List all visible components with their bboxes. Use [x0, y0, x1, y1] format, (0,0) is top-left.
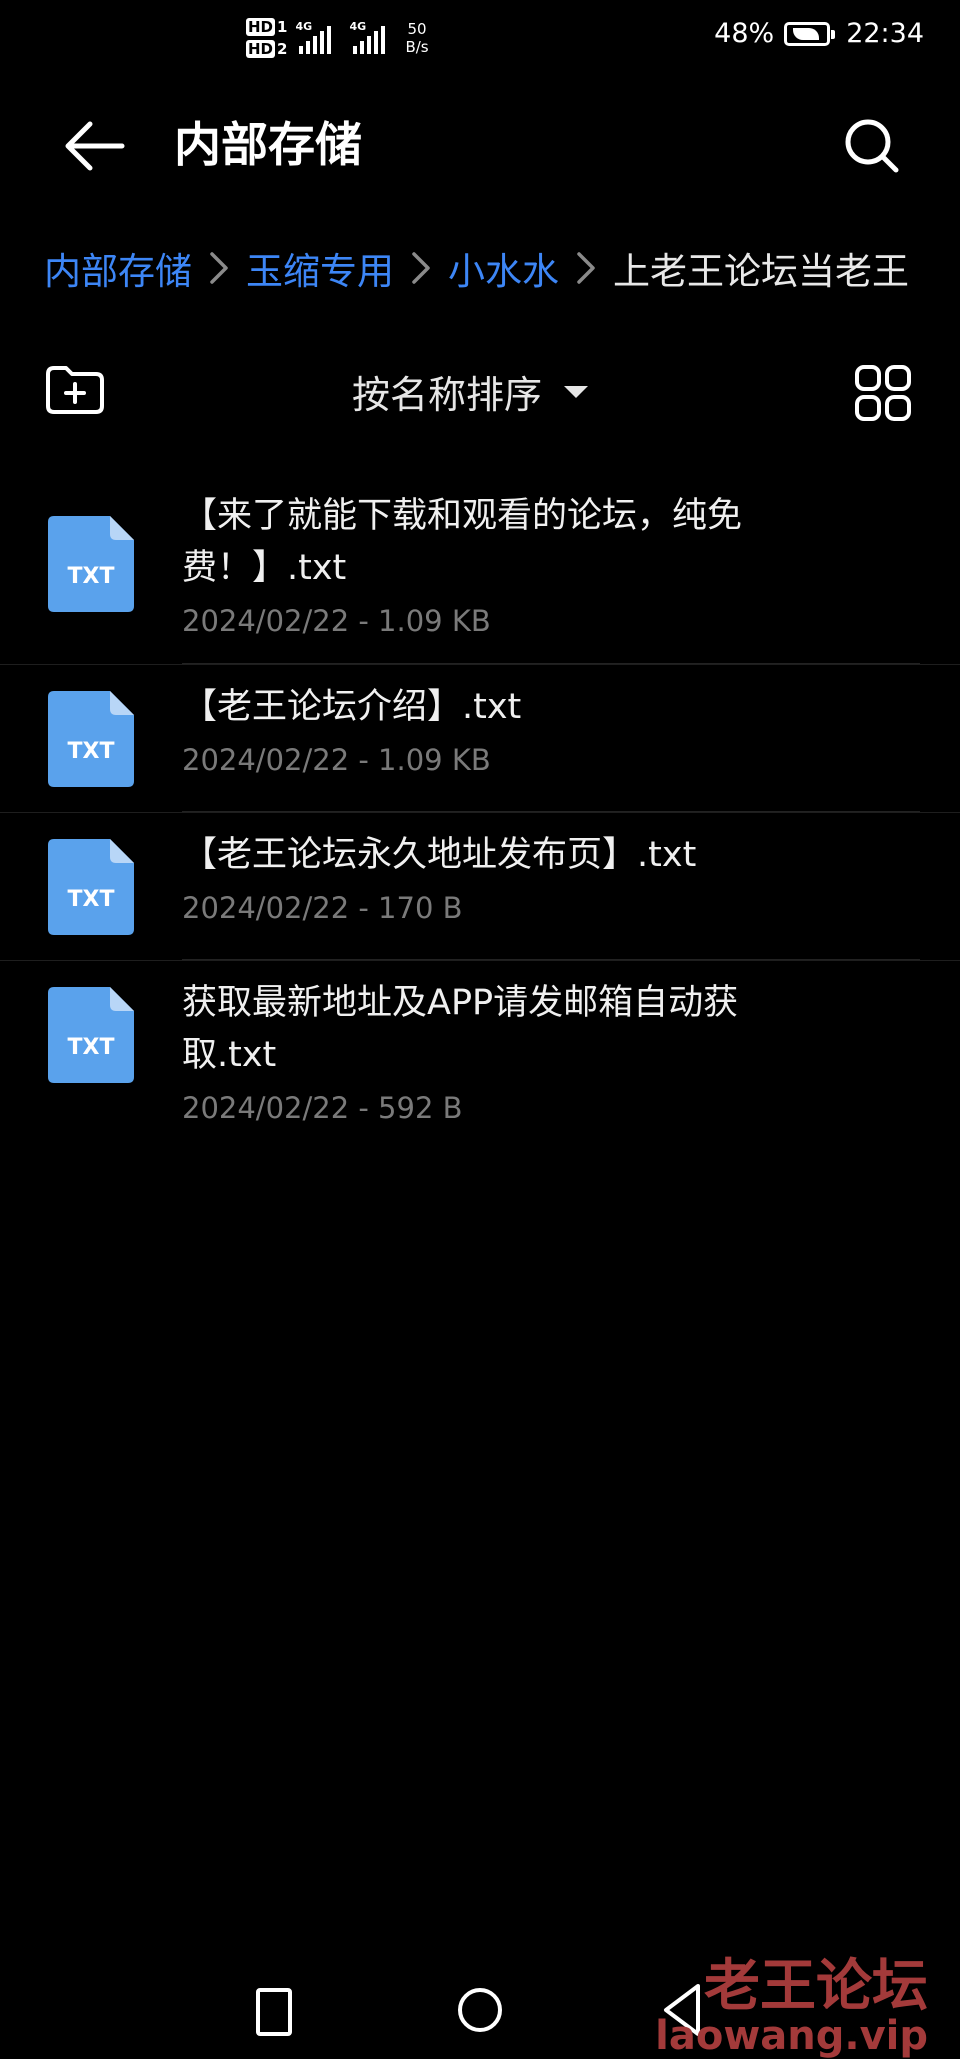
clock: 22:34: [846, 18, 924, 49]
breadcrumb-item-current: 上老王论坛当老王: [613, 250, 909, 293]
power-saving-leaf-icon: [793, 27, 820, 40]
svg-text:TXT: TXT: [68, 887, 115, 912]
status-left-cluster: HD 1 HD 2 4G 4G 50 B/s: [246, 10, 429, 66]
file-name: 【老王论坛永久地址发布页】.txt: [182, 835, 697, 875]
net-speed: 50 B/s: [405, 20, 428, 56]
page-title: 内部存储: [174, 118, 362, 173]
battery-icon: [784, 21, 836, 46]
grid-view-icon[interactable]: [854, 364, 912, 422]
svg-text:TXT: TXT: [68, 564, 115, 589]
chevron-right-icon: [577, 252, 595, 284]
watermark-url: laowang.vip: [655, 2013, 928, 2059]
watermark-logo: 老王论坛 laowang.vip: [655, 1954, 928, 2059]
status-right-cluster: 48% 22:34: [714, 18, 924, 49]
toolbar: 按名称排序: [0, 350, 960, 430]
row-divider: [182, 811, 920, 812]
breadcrumb-item-3[interactable]: 小水水: [448, 241, 559, 295]
file-row[interactable]: TXT 获取最新地址及APP请发邮箱自动获取.txt 2024/02/22 - …: [0, 961, 960, 1125]
net-speed-unit: B/s: [405, 38, 429, 56]
file-text: 【来了就能下载和观看的论坛，纯免费！】.txt 2024/02/22 - 1.0…: [182, 490, 920, 638]
file-name: 【来了就能下载和观看的论坛，纯免费！】.txt: [182, 496, 743, 588]
txt-file-icon: TXT: [48, 839, 134, 935]
watermark-text: 老王论坛: [704, 1954, 928, 2019]
net-speed-value: 50: [407, 20, 427, 38]
chevron-right-icon: [412, 252, 430, 284]
search-icon[interactable]: [840, 114, 906, 178]
svg-text:TXT: TXT: [68, 739, 115, 764]
hd-indicator-1: HD 1: [246, 18, 288, 36]
file-text: 【老王论坛介绍】.txt 2024/02/22 - 1.09 KB: [182, 681, 920, 777]
file-list: TXT 【来了就能下载和观看的论坛，纯免费！】.txt 2024/02/22 -…: [0, 470, 960, 1125]
hd-indicator-2: HD 2: [246, 40, 288, 58]
home-icon[interactable]: [458, 1988, 502, 2032]
back-arrow-icon[interactable]: [60, 114, 130, 178]
file-meta: 2024/02/22 - 1.09 KB: [182, 743, 491, 777]
file-text: 获取最新地址及APP请发邮箱自动获取.txt 2024/02/22 - 592 …: [182, 977, 920, 1125]
app-bar: 内部存储: [0, 100, 960, 192]
sort-dropdown[interactable]: 按名称排序: [352, 364, 589, 419]
file-name: 【老王论坛介绍】.txt: [182, 687, 522, 727]
file-row[interactable]: TXT 【来了就能下载和观看的论坛，纯免费！】.txt 2024/02/22 -…: [0, 470, 960, 665]
signal-sim2-icon: 4G: [349, 20, 386, 54]
txt-file-icon: TXT: [48, 987, 134, 1083]
row-divider: [182, 663, 920, 664]
file-meta: 2024/02/22 - 170 B: [182, 891, 463, 925]
file-meta: 2024/02/22 - 1.09 KB: [182, 604, 491, 638]
hd-indicator-stack: HD 1 HD 2: [246, 18, 287, 58]
file-row[interactable]: TXT 【老王论坛介绍】.txt 2024/02/22 - 1.09 KB: [0, 665, 960, 813]
caret-down-icon: [564, 385, 589, 398]
row-divider: [182, 959, 920, 960]
recent-apps-icon[interactable]: [256, 1988, 292, 2036]
txt-file-icon: TXT: [48, 516, 134, 612]
chevron-right-icon: [210, 252, 228, 284]
battery-percent: 48%: [714, 18, 775, 49]
file-meta: 2024/02/22 - 592 B: [182, 1091, 463, 1125]
file-name: 获取最新地址及APP请发邮箱自动获取.txt: [182, 983, 739, 1075]
file-text: 【老王论坛永久地址发布页】.txt 2024/02/22 - 170 B: [182, 829, 920, 925]
sort-label: 按名称排序: [352, 373, 543, 417]
status-bar: HD 1 HD 2 4G 4G 50 B/s 48% 22:34: [0, 0, 960, 72]
breadcrumb-item-internal-storage[interactable]: 内部存储: [44, 241, 192, 295]
breadcrumb-item-2[interactable]: 玉缩专用: [246, 241, 394, 295]
svg-text:TXT: TXT: [68, 1035, 115, 1060]
txt-file-icon: TXT: [48, 691, 134, 787]
signal-sim1-icon: 4G: [295, 20, 332, 54]
folder-plus-icon[interactable]: [44, 364, 106, 416]
file-row[interactable]: TXT 【老王论坛永久地址发布页】.txt 2024/02/22 - 170 B: [0, 813, 960, 961]
breadcrumb: 内部存储 玉缩专用 小水水 上老王论坛当老王: [44, 240, 909, 296]
